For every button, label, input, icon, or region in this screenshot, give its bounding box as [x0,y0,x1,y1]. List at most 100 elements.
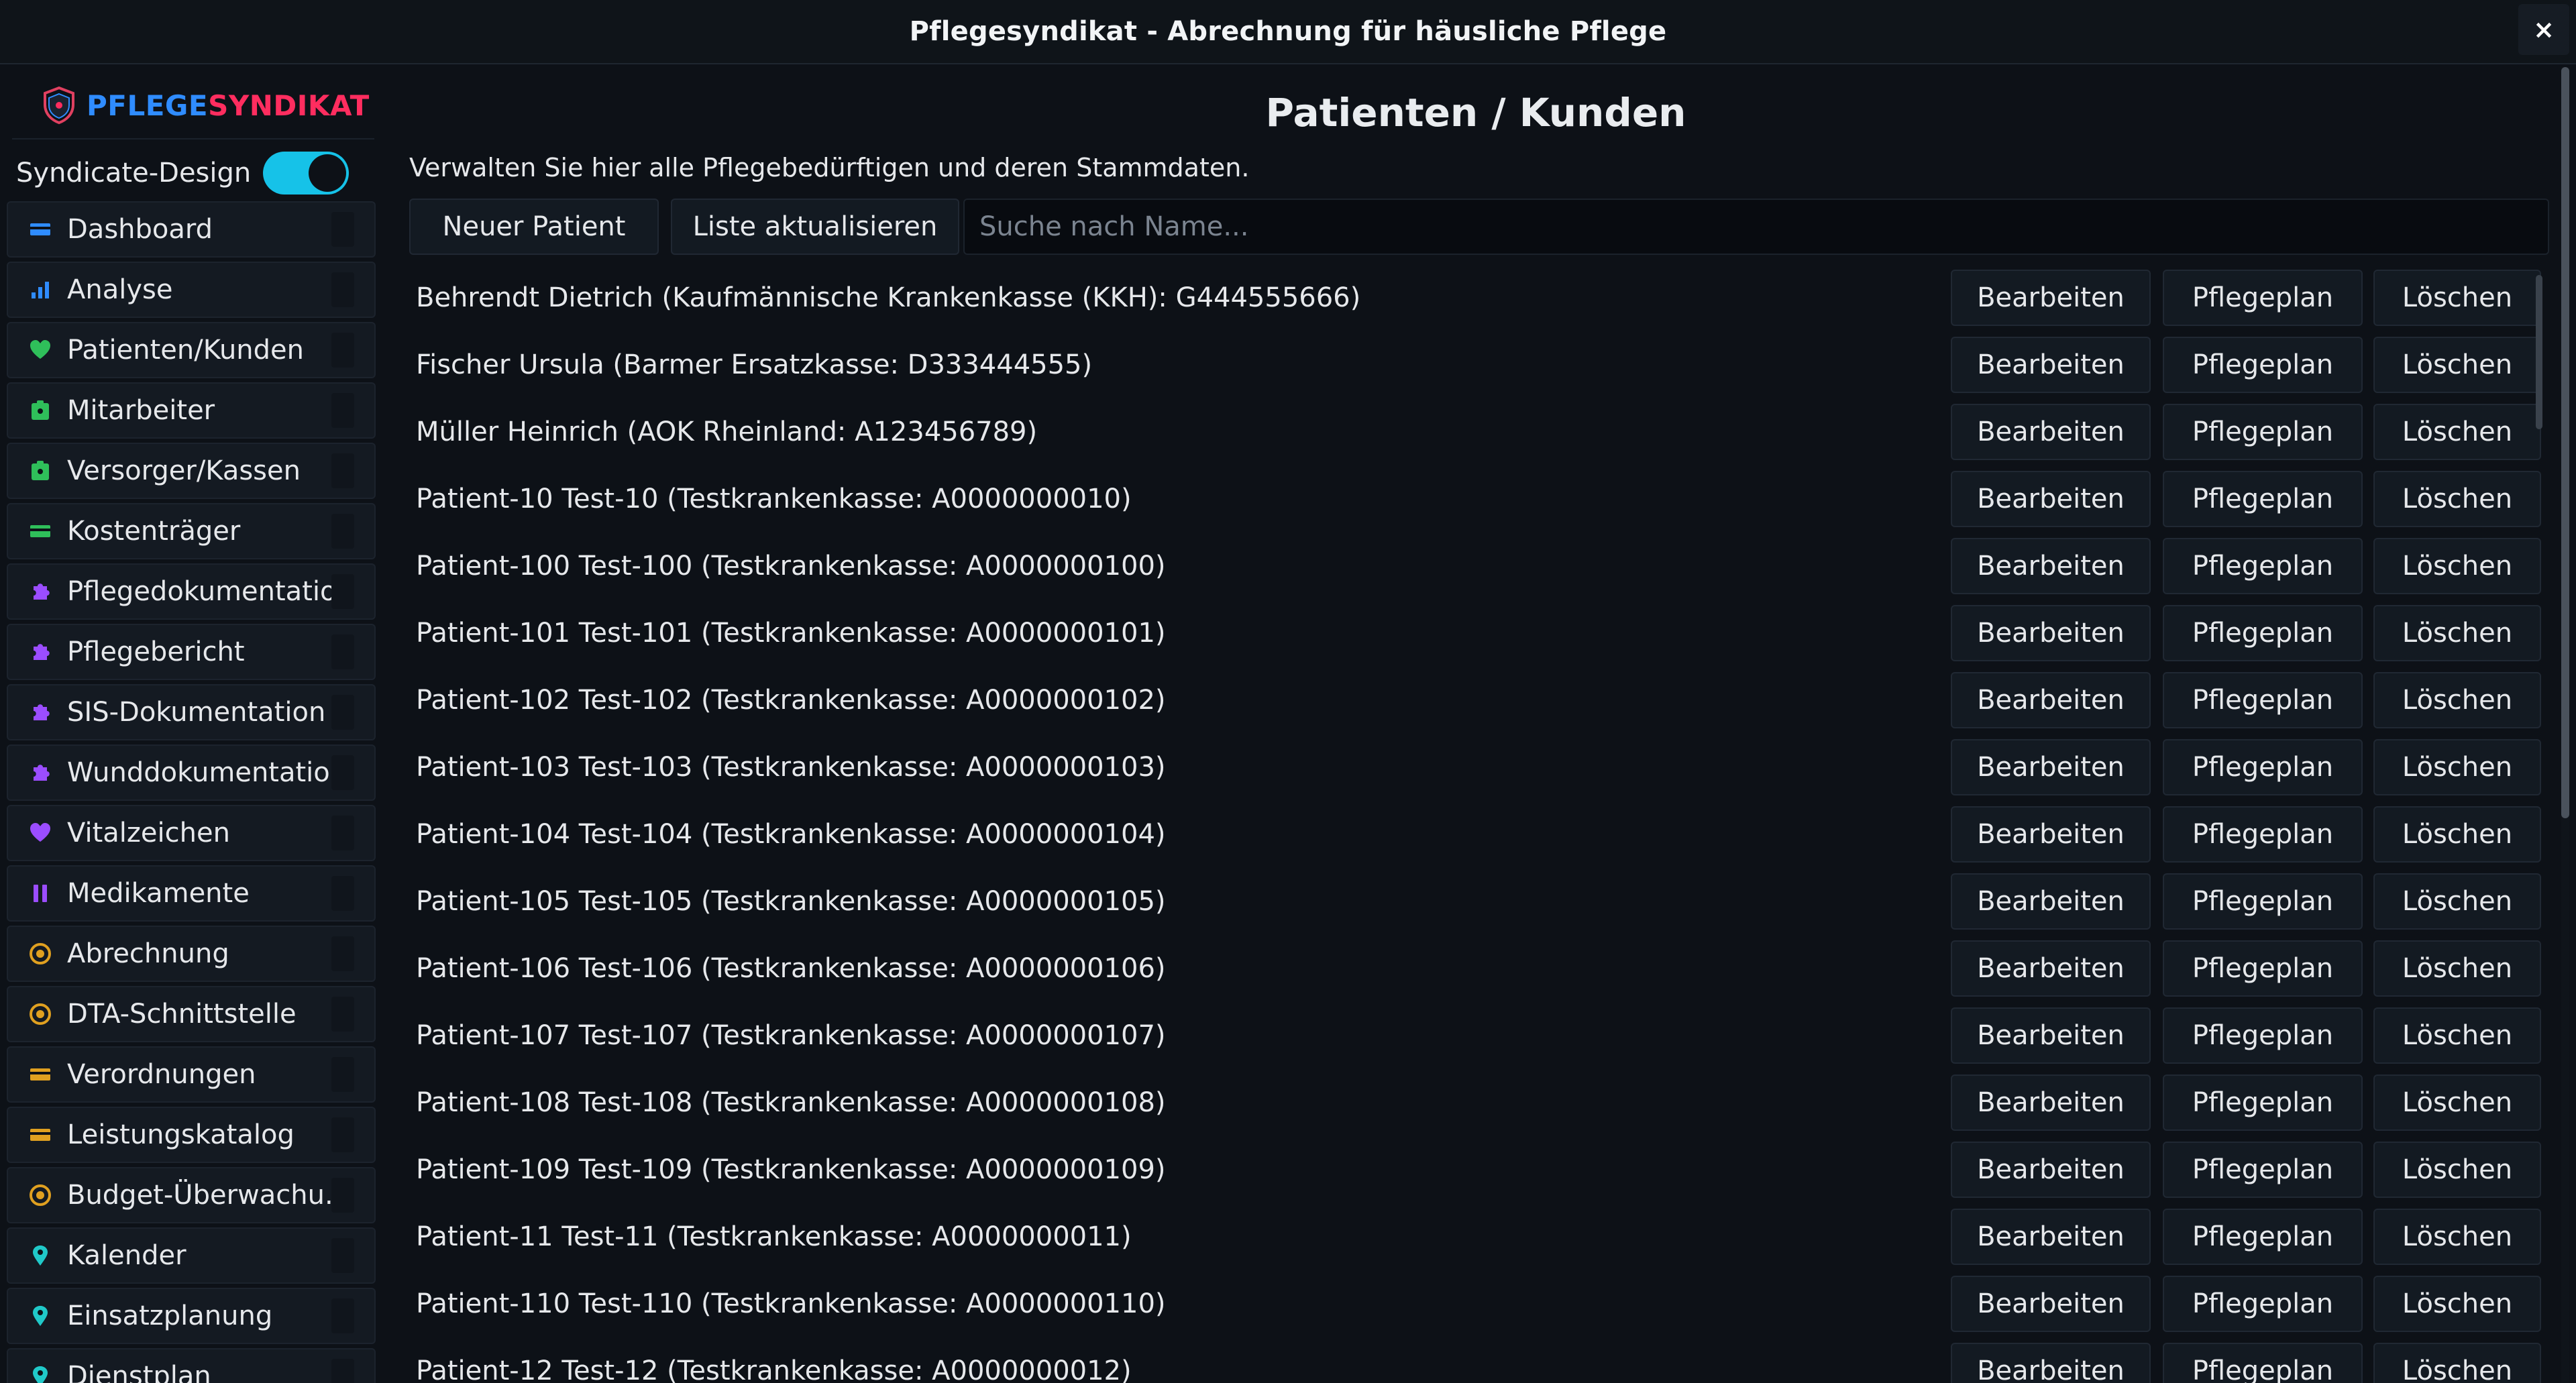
patient-name[interactable]: Patient-100 Test-100 (Testkrankenkasse: … [416,538,1166,594]
delete-button[interactable]: Löschen [2373,1343,2541,1383]
delete-button[interactable]: Löschen [2373,1209,2541,1265]
edit-button[interactable]: Bearbeiten [1951,739,2151,795]
delete-button[interactable]: Löschen [2373,1276,2541,1332]
patient-name[interactable]: Müller Heinrich (AOK Rheinland: A1234567… [416,404,1037,460]
delete-button[interactable]: Löschen [2373,1007,2541,1064]
sidebar-item-dashboard[interactable]: Dashboard [7,201,376,258]
edit-button[interactable]: Bearbeiten [1951,873,2151,930]
patient-name[interactable]: Patient-11 Test-11 (Testkrankenkasse: A0… [416,1209,1132,1265]
sidebar-item-versorger-kassen[interactable]: Versorger/Kassen [7,443,376,499]
edit-button[interactable]: Bearbeiten [1951,538,2151,594]
close-button[interactable]: × [2518,4,2569,55]
sidebar-item-mitarbeiter[interactable]: Mitarbeiter [7,382,376,439]
patient-name[interactable]: Fischer Ursula (Barmer Ersatzkasse: D333… [416,337,1092,393]
sidebar-item-sis-dokumentation[interactable]: SIS-Dokumentation [7,684,376,740]
window-scrollbar[interactable] [2561,67,2569,1383]
card-icon [28,1123,52,1147]
scrollbar-thumb[interactable] [2561,67,2569,818]
edit-button[interactable]: Bearbeiten [1951,672,2151,728]
care-plan-button[interactable]: Pflegeplan [2163,538,2363,594]
patient-name[interactable]: Patient-110 Test-110 (Testkrankenkasse: … [416,1276,1166,1332]
edit-button[interactable]: Bearbeiten [1951,471,2151,527]
edit-button[interactable]: Bearbeiten [1951,940,2151,997]
patient-name[interactable]: Patient-12 Test-12 (Testkrankenkasse: A0… [416,1343,1132,1383]
sidebar-item-medikamente[interactable]: Medikamente [7,865,376,922]
delete-button[interactable]: Löschen [2373,806,2541,863]
refresh-list-button[interactable]: Liste aktualisieren [671,199,959,255]
care-plan-button[interactable]: Pflegeplan [2163,873,2363,930]
sidebar-item-analyse[interactable]: Analyse [7,262,376,318]
patient-name[interactable]: Behrendt Dietrich (Kaufmännische Kranken… [416,270,1360,326]
delete-button[interactable]: Löschen [2373,739,2541,795]
delete-button[interactable]: Löschen [2373,471,2541,527]
sidebar-item-label: Leistungskatalog [67,1119,294,1150]
care-plan-button[interactable]: Pflegeplan [2163,404,2363,460]
patient-name[interactable]: Patient-107 Test-107 (Testkrankenkasse: … [416,1007,1166,1064]
delete-button[interactable]: Löschen [2373,404,2541,460]
delete-button[interactable]: Löschen [2373,940,2541,997]
edit-button[interactable]: Bearbeiten [1951,1276,2151,1332]
delete-button[interactable]: Löschen [2373,270,2541,326]
theme-toggle-switch[interactable] [263,152,350,195]
patient-name[interactable]: Patient-108 Test-108 (Testkrankenkasse: … [416,1074,1166,1131]
list-item: Patient-102 Test-102 (Testkrankenkasse: … [409,672,2542,739]
edit-button[interactable]: Bearbeiten [1951,806,2151,863]
sidebar-item-patienten-kunden[interactable]: Patienten/Kunden [7,322,376,378]
care-plan-button[interactable]: Pflegeplan [2163,605,2363,661]
care-plan-button[interactable]: Pflegeplan [2163,1343,2363,1383]
patient-name[interactable]: Patient-106 Test-106 (Testkrankenkasse: … [416,940,1166,997]
care-plan-button[interactable]: Pflegeplan [2163,1074,2363,1131]
edit-button[interactable]: Bearbeiten [1951,1209,2151,1265]
delete-button[interactable]: Löschen [2373,538,2541,594]
patient-name[interactable]: Patient-101 Test-101 (Testkrankenkasse: … [416,605,1166,661]
sidebar-item-pflegedokumentation[interactable]: Pflegedokumentation [7,563,376,620]
sidebar-item-leistungskatalog[interactable]: Leistungskatalog [7,1107,376,1163]
delete-button[interactable]: Löschen [2373,873,2541,930]
sidebar-item-dienstplan[interactable]: Dienstplan [7,1348,376,1383]
care-plan-button[interactable]: Pflegeplan [2163,1276,2363,1332]
sidebar-item-budget-überwachu[interactable]: Budget-Überwachu... [7,1167,376,1223]
sidebar-item-abrechnung[interactable]: Abrechnung [7,926,376,982]
care-plan-button[interactable]: Pflegeplan [2163,471,2363,527]
care-plan-button[interactable]: Pflegeplan [2163,1142,2363,1198]
sidebar-item-wunddokumentation[interactable]: Wunddokumentation [7,744,376,801]
delete-button[interactable]: Löschen [2373,1074,2541,1131]
sidebar-item-vitalzeichen[interactable]: Vitalzeichen [7,805,376,861]
sidebar-item-pflegebericht[interactable]: Pflegebericht [7,624,376,680]
edit-button[interactable]: Bearbeiten [1951,1007,2151,1064]
edit-button[interactable]: Bearbeiten [1951,404,2151,460]
sidebar-item-einsatzplanung[interactable]: Einsatzplanung [7,1288,376,1344]
patient-name[interactable]: Patient-103 Test-103 (Testkrankenkasse: … [416,739,1166,795]
edit-button[interactable]: Bearbeiten [1951,1074,2151,1131]
patient-name[interactable]: Patient-10 Test-10 (Testkrankenkasse: A0… [416,471,1132,527]
care-plan-button[interactable]: Pflegeplan [2163,1209,2363,1265]
new-patient-button[interactable]: Neuer Patient [409,199,659,255]
delete-button[interactable]: Löschen [2373,672,2541,728]
care-plan-button[interactable]: Pflegeplan [2163,270,2363,326]
patient-name[interactable]: Patient-109 Test-109 (Testkrankenkasse: … [416,1142,1166,1198]
care-plan-button[interactable]: Pflegeplan [2163,672,2363,728]
patient-name[interactable]: Patient-102 Test-102 (Testkrankenkasse: … [416,672,1166,728]
delete-button[interactable]: Löschen [2373,337,2541,393]
patient-name[interactable]: Patient-105 Test-105 (Testkrankenkasse: … [416,873,1166,930]
sidebar-item-kostenträger[interactable]: Kostenträger [7,503,376,559]
care-plan-button[interactable]: Pflegeplan [2163,739,2363,795]
edit-button[interactable]: Bearbeiten [1951,605,2151,661]
care-plan-button[interactable]: Pflegeplan [2163,940,2363,997]
sidebar-item-dta-schnittstelle[interactable]: DTA-Schnittstelle [7,986,376,1042]
search-input[interactable] [963,199,2549,255]
patient-name[interactable]: Patient-104 Test-104 (Testkrankenkasse: … [416,806,1166,863]
edit-button[interactable]: Bearbeiten [1951,1343,2151,1383]
delete-button[interactable]: Löschen [2373,1142,2541,1198]
edit-button[interactable]: Bearbeiten [1951,337,2151,393]
list-scrollbar[interactable] [2536,275,2542,429]
sidebar-item-kalender[interactable]: Kalender [7,1227,376,1284]
care-plan-button[interactable]: Pflegeplan [2163,1007,2363,1064]
care-plan-button[interactable]: Pflegeplan [2163,806,2363,863]
badge-icon [28,459,52,483]
sidebar-item-verordnungen[interactable]: Verordnungen [7,1046,376,1103]
delete-button[interactable]: Löschen [2373,605,2541,661]
edit-button[interactable]: Bearbeiten [1951,270,2151,326]
edit-button[interactable]: Bearbeiten [1951,1142,2151,1198]
care-plan-button[interactable]: Pflegeplan [2163,337,2363,393]
